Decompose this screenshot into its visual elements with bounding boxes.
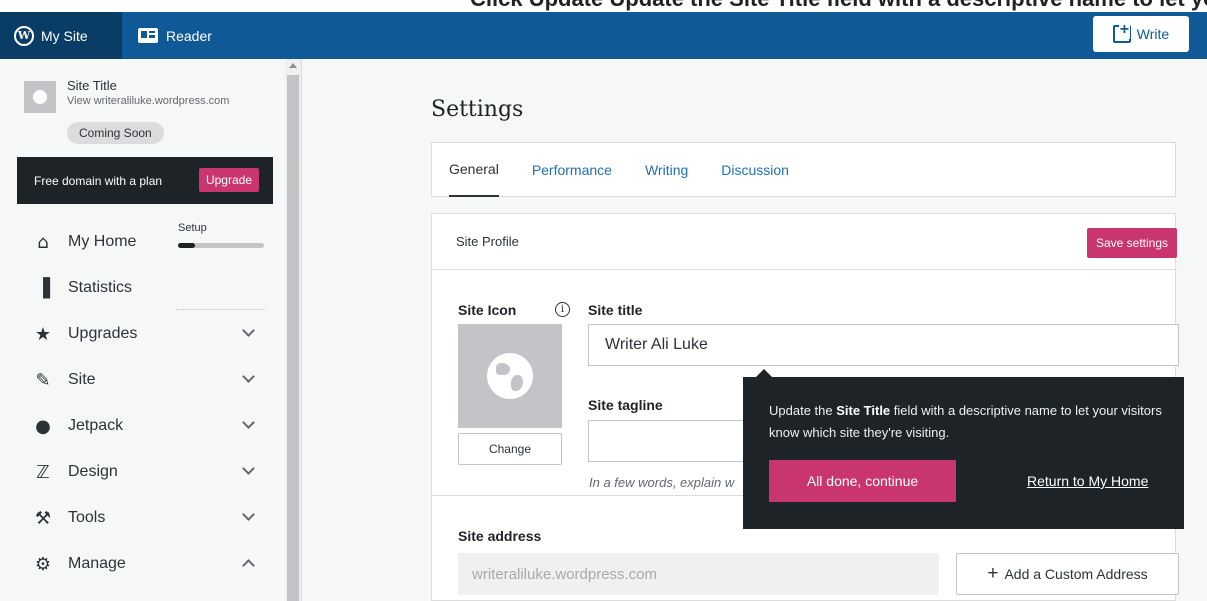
coming-soon-badge: Coming Soon [67,122,164,144]
tooltip-arrow [755,369,773,378]
plus-icon: + [987,563,999,584]
wordpress-logo-icon: W [14,25,34,46]
tagline-hint: In a few words, explain w [589,475,735,490]
chevron-down-icon [242,416,255,429]
setup-progress-bar [178,243,264,248]
site-icon-label: Site Icon [458,302,517,318]
tooltip-text-before: Update the [769,403,837,418]
site-icon-preview [458,324,562,428]
sidebar: Site Title View writeraliluke.wordpress.… [0,59,285,601]
site-address-field: writeraliluke.wordpress.com [458,553,939,595]
sidebar-item-label: Statistics [68,279,133,296]
sidebar-site-url[interactable]: View writeraliluke.wordpress.com [67,95,229,107]
sidebar-item-tools[interactable]: ⚒ Tools [0,495,285,541]
caption-text: Click Update Update the Site Title field… [470,0,1207,12]
globe-icon [33,90,47,104]
sidebar-item-manage[interactable]: ⚙ Manage [0,541,285,587]
tab-general[interactable]: General [449,142,499,197]
scrollbar-thumb[interactable] [287,75,299,601]
sidebar-item-site[interactable]: ✎ Site [0,357,285,403]
sidebar-item-label: Design [68,463,118,480]
reader-label: Reader [166,27,212,44]
sidebar-item-jetpack[interactable]: ● Jetpack [0,403,285,449]
globe-icon [487,353,533,399]
sidebar-item-label: Manage [68,555,126,572]
site-address-label: Site address [458,528,542,544]
chevron-down-icon [242,370,255,383]
free-domain-text: Free domain with a plan [34,173,163,188]
reader-icon [138,28,158,43]
sidebar-item-statistics[interactable]: ▐ Statistics [0,265,285,311]
masterbar: W My Site Reader Write [0,12,1207,59]
stats-icon: ▐ [36,277,50,299]
guided-tour-tooltip: Update the Site Title field with a descr… [743,369,1184,529]
tab-writing[interactable]: Writing [645,142,688,197]
tooltip-text-bold: Site Title [836,403,891,418]
card-header-title: Site Profile [456,234,519,249]
tab-discussion[interactable]: Discussion [721,142,789,197]
pencil-icon: ✎ [35,369,51,391]
info-icon[interactable]: i [555,302,570,317]
sidebar-nav: ⌂ My Home Setup ▐ Statistics ★ Upgrades … [0,219,285,587]
add-custom-address-button[interactable]: + Add a Custom Address [956,553,1179,595]
home-icon: ⌂ [37,231,49,253]
stats-divider [176,309,266,310]
star-icon: ★ [34,323,52,345]
chevron-up-icon [242,559,255,572]
chevron-down-icon [242,462,255,475]
site-title-label: Site title [588,302,643,318]
my-site-label: My Site [41,27,88,44]
reader-button[interactable]: Reader [138,12,212,59]
gear-icon: ⚙ [34,553,52,575]
tab-performance[interactable]: Performance [532,142,612,197]
add-custom-address-label: Add a Custom Address [1004,566,1148,582]
card-header: Site Profile Save settings [432,214,1177,270]
sidebar-item-label: Jetpack [68,417,124,434]
site-tagline-label: Site tagline [588,397,663,413]
site-icon-small [24,81,56,113]
sidebar-item-upgrades[interactable]: ★ Upgrades [0,311,285,357]
all-done-continue-button[interactable]: All done, continue [769,460,956,502]
design-icon: ℤ [36,461,50,483]
page-title: Settings [431,97,524,122]
jetpack-icon: ● [35,415,51,437]
sidebar-site-title[interactable]: Site Title [67,78,117,93]
sidebar-item-label: Tools [68,509,106,526]
site-title-input[interactable]: Writer Ali Luke [588,324,1179,366]
free-domain-banner[interactable]: Free domain with a plan Upgrade [17,157,273,204]
save-settings-button[interactable]: Save settings [1086,228,1177,258]
settings-tabs: General Performance Writing Discussion [431,142,1176,197]
sidebar-item-my-home[interactable]: ⌂ My Home Setup [0,219,285,265]
sidebar-item-label: My Home [68,233,137,250]
site-card[interactable]: Site Title View writeraliluke.wordpress.… [0,59,285,156]
wrench-icon: ⚒ [34,507,52,529]
tooltip-text: Update the Site Title field with a descr… [769,400,1169,444]
caption-strip: Click Update Update the Site Title field… [0,0,1207,12]
scroll-up-arrow-icon[interactable] [289,63,297,68]
change-icon-button[interactable]: Change [458,433,562,465]
sidebar-item-label: Site [68,371,96,388]
chevron-down-icon [242,508,255,521]
return-to-my-home-link[interactable]: Return to My Home [1027,473,1148,489]
chevron-down-icon [242,324,255,337]
write-icon [1112,21,1131,43]
sidebar-item-design[interactable]: ℤ Design [0,449,285,495]
write-button[interactable]: Write [1093,16,1189,52]
content-divider [301,59,302,601]
setup-progress-fill [178,243,196,248]
my-site-button[interactable]: W My Site [0,12,122,59]
write-label: Write [1136,26,1170,42]
sidebar-scrollbar[interactable] [285,59,301,601]
upgrade-button[interactable]: Upgrade [198,168,259,192]
setup-label: Setup [178,222,207,234]
sidebar-item-label: Upgrades [68,325,138,342]
